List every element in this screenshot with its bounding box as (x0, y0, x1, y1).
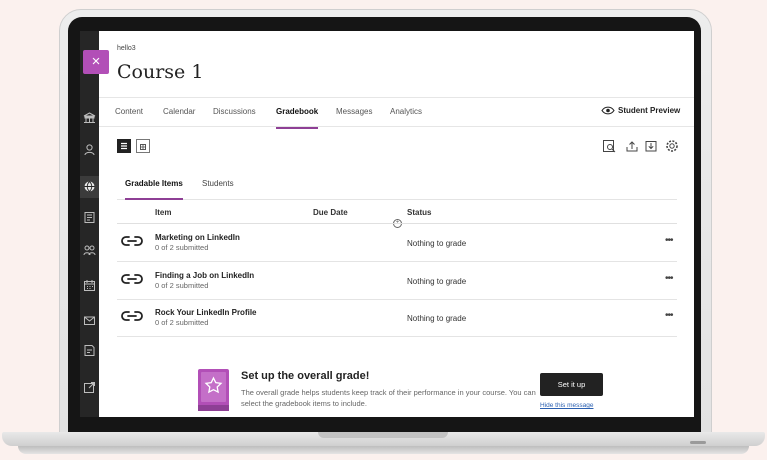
column-header-item[interactable]: Item (155, 208, 171, 217)
tab-messages[interactable]: Messages (336, 107, 372, 127)
laptop-base (0, 432, 767, 460)
cta-description: The overall grade helps students keep tr… (241, 388, 536, 408)
gear-icon[interactable] (665, 139, 679, 153)
grid-view-icon (140, 144, 146, 150)
table-row[interactable]: Rock Your LinkedIn Profile 0 of 2 submit… (117, 299, 677, 337)
gradebook-book-icon (198, 369, 229, 411)
calendar-icon[interactable] (83, 279, 96, 292)
courses-icon[interactable] (83, 211, 96, 224)
organizations-icon[interactable] (83, 244, 96, 257)
item-submitted-count: 0 of 2 submitted (155, 281, 209, 290)
gradebook-subtabs: Gradable Items Students (117, 175, 677, 200)
item-status: Nothing to grade (407, 277, 467, 286)
global-nav-sidebar (80, 31, 99, 417)
tools-icon[interactable] (83, 381, 96, 394)
close-course-button[interactable]: × (83, 50, 109, 74)
grid-view-button[interactable] (136, 139, 150, 153)
column-header-status[interactable]: Status (407, 208, 431, 217)
laptop-notch (318, 432, 448, 438)
link-icon (121, 274, 143, 284)
more-options-icon[interactable]: ••• (665, 273, 673, 284)
tab-students[interactable]: Students (202, 179, 234, 198)
item-submitted-count: 0 of 2 submitted (155, 243, 209, 252)
messages-icon[interactable] (83, 314, 96, 327)
tab-content[interactable]: Content (115, 107, 143, 127)
item-title[interactable]: Marketing on LinkedIn (155, 233, 240, 242)
tab-analytics[interactable]: Analytics (390, 107, 422, 127)
grades-icon[interactable] (83, 344, 96, 357)
column-header-due-date[interactable]: Due Date (313, 208, 348, 217)
link-icon (121, 236, 143, 246)
globe-icon[interactable] (83, 180, 96, 193)
tab-calendar[interactable]: Calendar (163, 107, 195, 127)
grading-search-icon[interactable] (602, 139, 616, 153)
profile-icon[interactable] (83, 143, 96, 156)
laptop-foot (18, 446, 749, 454)
link-icon (121, 311, 143, 321)
item-status: Nothing to grade (407, 239, 467, 248)
list-view-icon (121, 142, 127, 150)
tab-discussions[interactable]: Discussions (213, 107, 256, 127)
tab-gradable-items[interactable]: Gradable Items (125, 179, 183, 200)
tab-gradebook[interactable]: Gradebook (276, 107, 319, 129)
item-submitted-count: 0 of 2 submitted (155, 318, 209, 327)
student-preview-button[interactable]: Student Preview (618, 106, 680, 115)
more-options-icon[interactable]: ••• (665, 310, 673, 321)
more-options-icon[interactable]: ••• (665, 235, 673, 246)
eye-icon[interactable] (601, 106, 615, 115)
cta-title: Set up the overall grade! (241, 370, 370, 382)
set-it-up-button[interactable]: Set it up (540, 373, 603, 396)
institution-icon[interactable] (83, 111, 96, 124)
item-title[interactable]: Finding a Job on LinkedIn (155, 271, 254, 280)
hide-message-link[interactable]: Hide this message (540, 402, 593, 409)
upload-icon[interactable] (625, 139, 639, 153)
laptop-latch (690, 441, 706, 444)
item-status: Nothing to grade (407, 314, 467, 323)
list-view-button[interactable] (117, 139, 131, 153)
page-title: Course 1 (117, 61, 204, 83)
app-screen: × hello3 Course 1 Content Calendar Discu… (80, 31, 694, 417)
table-row[interactable]: Marketing on LinkedIn 0 of 2 submitted N… (117, 224, 677, 262)
course-code: hello3 (117, 45, 136, 52)
table-row[interactable]: Finding a Job on LinkedIn 0 of 2 submitt… (117, 262, 677, 300)
course-tabs: Content Calendar Discussions Gradebook M… (99, 97, 694, 129)
download-icon[interactable] (644, 139, 658, 153)
item-title[interactable]: Rock Your LinkedIn Profile (155, 308, 257, 317)
